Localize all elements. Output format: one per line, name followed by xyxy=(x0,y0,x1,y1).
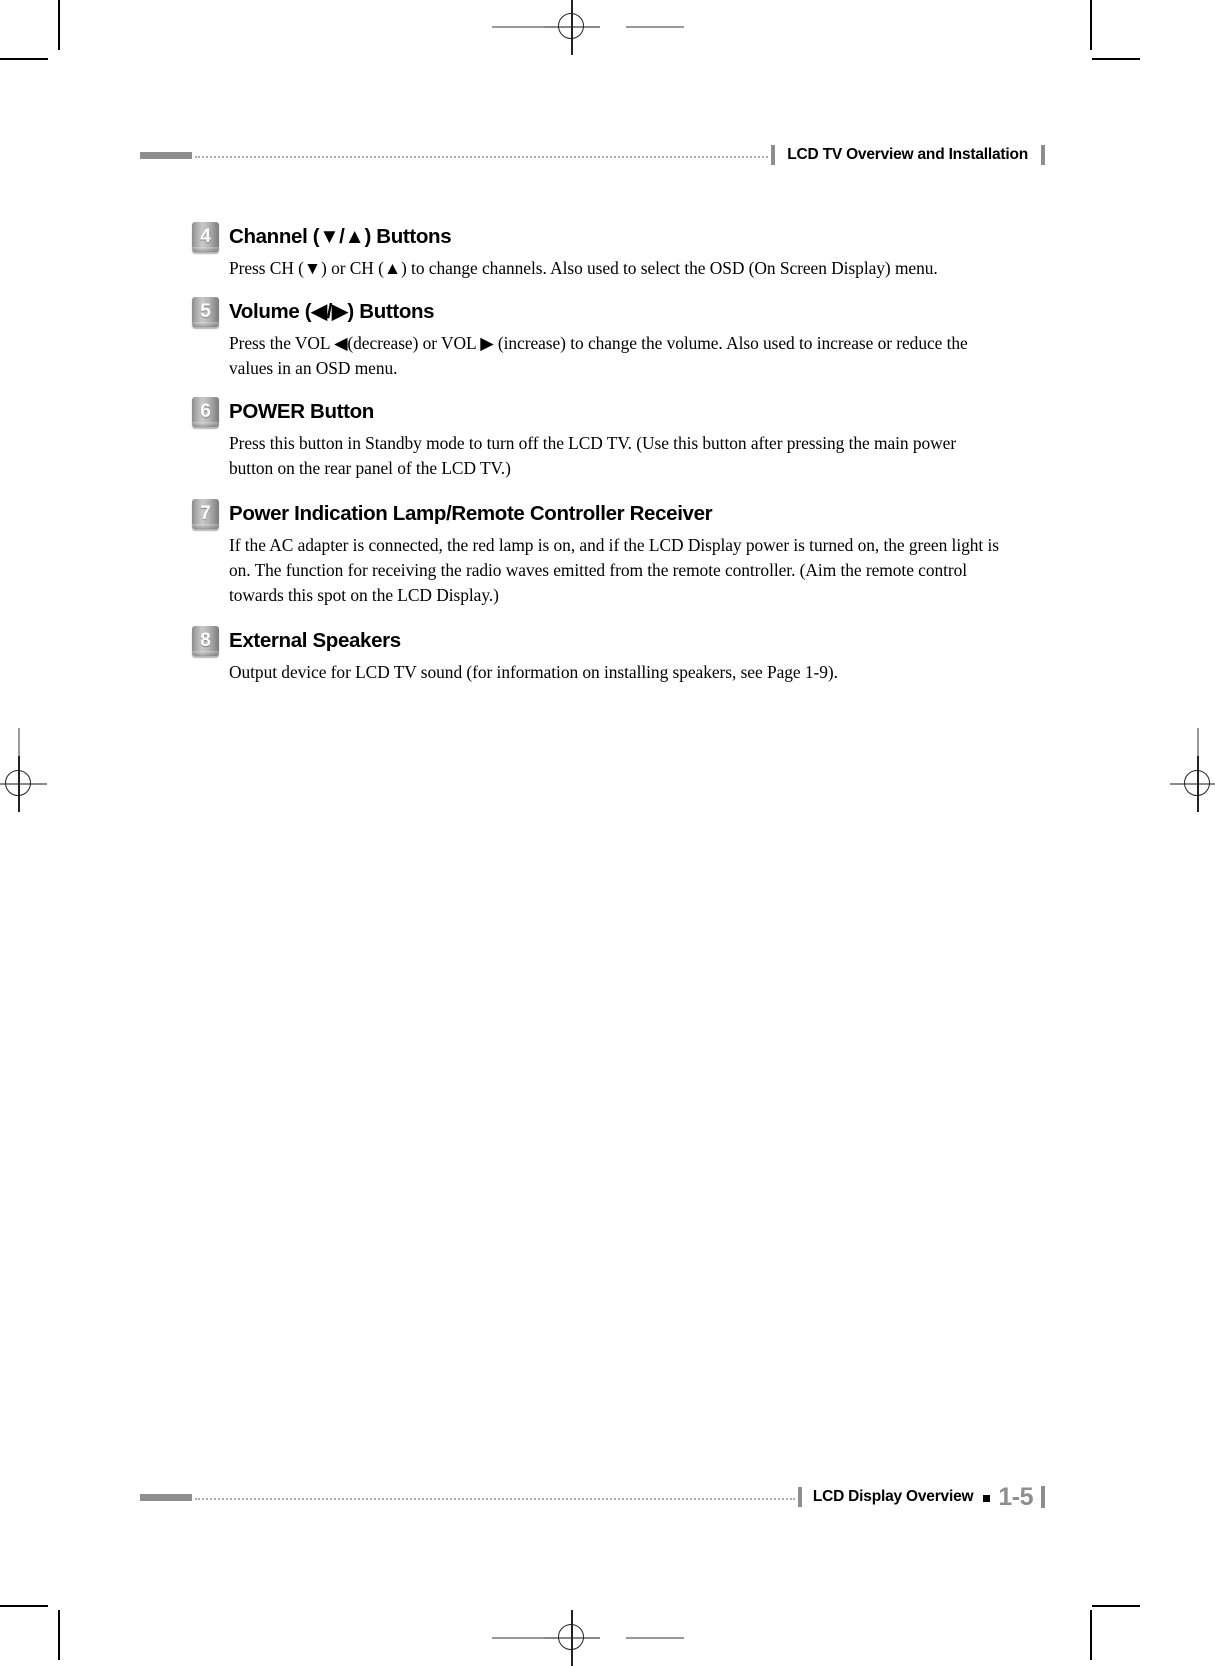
section-body-text: Output device for LCD TV sound (for info… xyxy=(229,662,838,682)
footer-dash-rule xyxy=(140,1493,192,1501)
section-number-badge: 6 xyxy=(192,397,219,427)
page-header: LCD TV Overview and Installation xyxy=(140,142,1045,168)
section-title: External Speakers xyxy=(229,629,401,652)
section-body-text: Press this button in Standby mode to tur… xyxy=(229,433,957,478)
header-end-bar xyxy=(1041,145,1045,165)
section-heading: 4 Channel (▼/▲) Buttons xyxy=(192,222,1002,252)
section-power-indication-lamp: 7 Power Indication Lamp/Remote Controlle… xyxy=(192,499,1002,608)
section-heading: 7 Power Indication Lamp/Remote Controlle… xyxy=(192,499,1002,529)
section-number-badge: 4 xyxy=(192,222,219,252)
section-title: Volume (◀/▶) Buttons xyxy=(229,300,435,323)
section-title: Power Indication Lamp/Remote Controller … xyxy=(229,502,713,525)
section-heading: 6 POWER Button xyxy=(192,397,1002,427)
document-page: LCD TV Overview and Installation 4 Chann… xyxy=(0,0,1215,1660)
section-number-label: 6 xyxy=(200,400,211,422)
header-title: LCD TV Overview and Installation xyxy=(787,146,1028,163)
footer-dotted-rule xyxy=(195,1497,795,1501)
section-body-text: If the AC adapter is connected, the red … xyxy=(229,535,999,605)
footer-title: LCD Display Overview xyxy=(812,1488,974,1505)
section-number-label: 5 xyxy=(200,300,211,322)
section-number-badge: 8 xyxy=(192,626,219,656)
header-dash-rule xyxy=(140,151,192,159)
footer-end-bar xyxy=(1041,1486,1045,1508)
page-footer: LCD Display Overview 1-5 xyxy=(140,1482,1045,1512)
section-external-speakers: 8 External Speakers Output device for LC… xyxy=(192,626,1002,685)
section-power-button: 6 POWER Button Press this button in Stan… xyxy=(192,397,1002,481)
footer-square-bullet-icon xyxy=(983,1494,991,1502)
footer-divider-bar xyxy=(797,1487,802,1507)
section-number-label: 4 xyxy=(200,225,211,247)
section-number-label: 7 xyxy=(200,502,211,524)
section-channel-buttons: 4 Channel (▼/▲) Buttons Press CH (▼) or … xyxy=(192,222,1002,281)
header-dotted-rule xyxy=(195,155,769,159)
section-number-badge: 7 xyxy=(192,499,219,529)
section-number-badge: 5 xyxy=(192,297,219,327)
section-body-text: Press CH (▼) or CH (▲) to change channel… xyxy=(229,258,938,278)
page-number: 1-5 xyxy=(998,1482,1033,1511)
section-heading: 5 Volume (◀/▶) Buttons xyxy=(192,297,1002,327)
header-divider-bar xyxy=(771,145,776,165)
section-body-text: Press the VOL ◀(decrease) or VOL ▶ (incr… xyxy=(229,333,968,378)
section-heading: 8 External Speakers xyxy=(192,626,1002,656)
section-number-label: 8 xyxy=(200,629,211,651)
page-content: 4 Channel (▼/▲) Buttons Press CH (▼) or … xyxy=(192,222,1002,702)
section-title: POWER Button xyxy=(229,400,374,423)
section-title: Channel (▼/▲) Buttons xyxy=(229,225,452,248)
section-volume-buttons: 5 Volume (◀/▶) Buttons Press the VOL ◀(d… xyxy=(192,297,1002,381)
